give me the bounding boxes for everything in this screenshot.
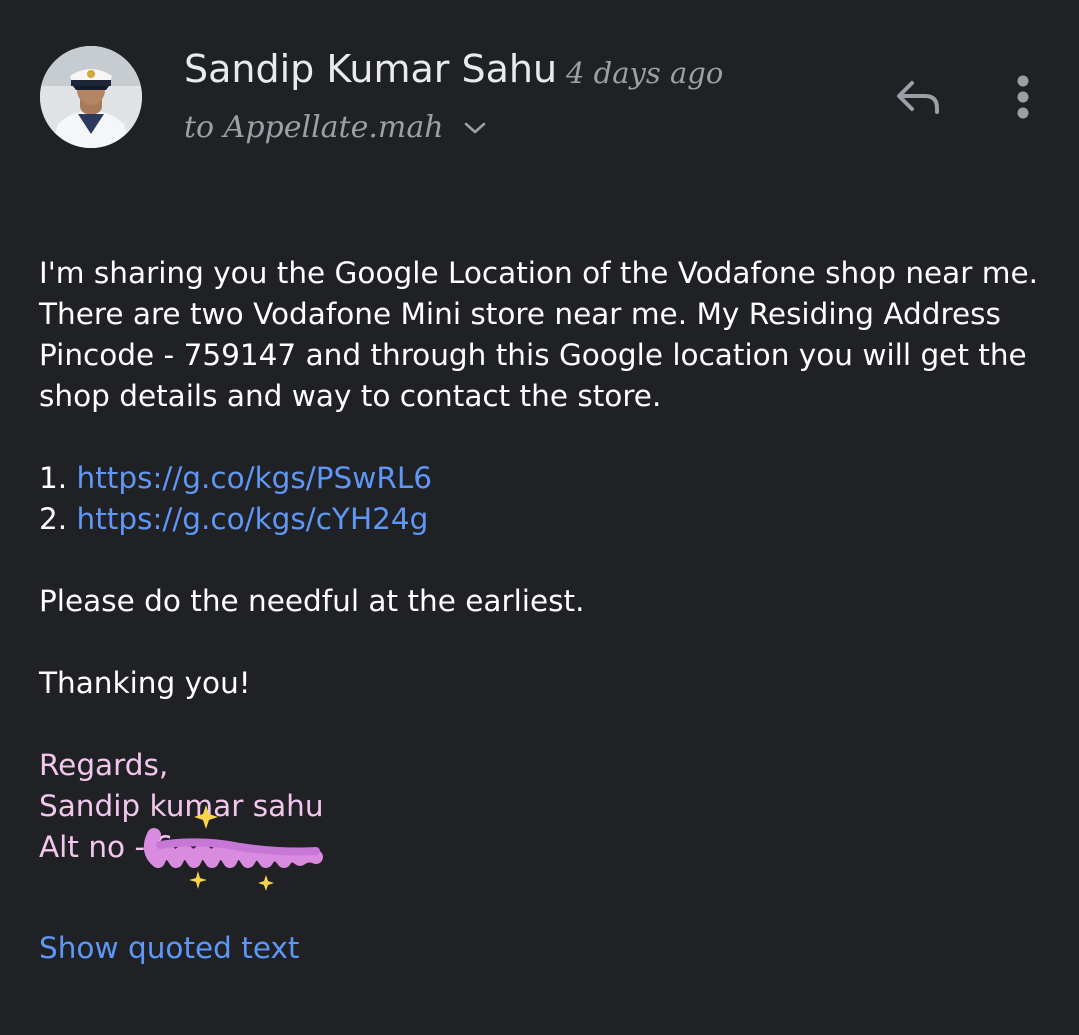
chevron-down-icon[interactable]: [462, 115, 488, 141]
signature-alt-number: Alt no - 6: [39, 805, 1049, 891]
email-timestamp: 4 days ago: [566, 56, 724, 90]
reply-button[interactable]: [888, 74, 948, 124]
location-link[interactable]: https://g.co/kgs/cYH24g: [77, 502, 429, 536]
link-number: 2.: [39, 502, 68, 536]
more-vert-icon: [1016, 74, 1030, 124]
signature-regards: Regards,: [39, 748, 169, 782]
sender-name: Sandip Kumar Sahu: [184, 47, 558, 91]
redacted-phone-number: 6: [144, 805, 324, 891]
link-number: 1.: [39, 461, 68, 495]
sender-avatar[interactable]: [40, 46, 142, 148]
signature-name: Sandip kumar sahu: [39, 789, 324, 823]
reply-arrow-icon: [892, 77, 944, 121]
email-body: I'm sharing you the Google Location of t…: [39, 253, 1049, 891]
link-item: 1. https://g.co/kgs/PSwRL6: [39, 458, 1049, 499]
more-options-button[interactable]: [1000, 72, 1046, 126]
link-item: 2. https://g.co/kgs/cYH24g: [39, 499, 1049, 540]
alt-number-visible-digit: 6: [154, 830, 174, 864]
recipient-details-toggle[interactable]: to Appellate.mah: [184, 108, 488, 148]
recipient-label: to Appellate.mah: [184, 110, 444, 145]
body-paragraph: I'm sharing you the Google Location of t…: [39, 256, 1039, 413]
show-quoted-text-link[interactable]: Show quoted text: [39, 928, 300, 969]
body-paragraph: Please do the needful at the earliest.: [39, 584, 585, 618]
alt-number-prefix: Alt no -: [39, 830, 155, 864]
avatar-photo-icon: [40, 46, 142, 148]
body-paragraph: Thanking you!: [39, 666, 251, 700]
location-link[interactable]: https://g.co/kgs/PSwRL6: [77, 461, 433, 495]
